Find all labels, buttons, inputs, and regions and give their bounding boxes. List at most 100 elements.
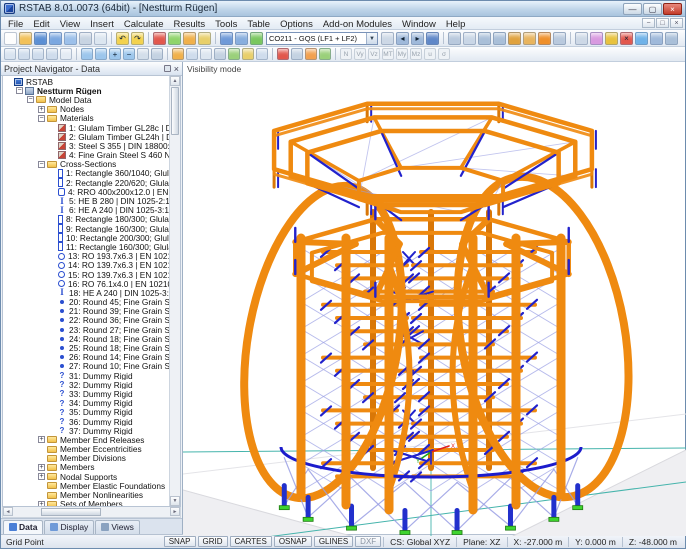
- scroll-right-icon[interactable]: ►: [170, 507, 180, 516]
- tree-item[interactable]: 2: Glulam Timber GL24h | DIN EN 19: [3, 132, 169, 141]
- menu-results[interactable]: Results: [168, 19, 210, 30]
- menu-options[interactable]: Options: [275, 19, 318, 30]
- next-load-case-icon[interactable]: ▸: [411, 32, 424, 45]
- tree-item[interactable]: −Nestturm Rügen: [3, 86, 169, 95]
- menu-file[interactable]: File: [3, 19, 28, 30]
- menu-window[interactable]: Window: [397, 19, 441, 30]
- visibility-mode-icon[interactable]: [172, 48, 184, 60]
- tree-item[interactable]: +Member End Releases: [3, 435, 169, 444]
- save-all-icon[interactable]: [64, 32, 77, 45]
- save-as-icon[interactable]: [49, 32, 62, 45]
- tree-item[interactable]: 15: RO 139.7x6.3 | EN 10210-2:1997; S: [3, 270, 169, 279]
- mdi-close-button[interactable]: ×: [670, 18, 683, 28]
- collapse-icon[interactable]: −: [27, 96, 34, 103]
- user-view-icon[interactable]: [186, 48, 198, 60]
- zoom-window2-icon[interactable]: [95, 48, 107, 60]
- menu-tools[interactable]: Tools: [210, 19, 242, 30]
- model-viewport[interactable]: Visibility mode XY: [183, 62, 685, 534]
- mdi-minimize-button[interactable]: −: [642, 18, 655, 28]
- select-icon[interactable]: [448, 32, 461, 45]
- tables-icon[interactable]: [220, 32, 233, 45]
- visibility-selected-icon[interactable]: [493, 32, 506, 45]
- load-case-combo[interactable]: CO211 - GQS (LF1 + LF2)▼: [266, 32, 378, 45]
- previous-load-case-icon[interactable]: ◂: [396, 32, 409, 45]
- zoom-in-icon[interactable]: +: [109, 48, 121, 60]
- tree-item[interactable]: Member Elastic Foundations: [3, 481, 169, 490]
- tab-views[interactable]: Views: [95, 520, 140, 534]
- tree-item[interactable]: +Members: [3, 463, 169, 472]
- chevron-down-icon[interactable]: ▼: [366, 33, 377, 44]
- force-my-icon[interactable]: My: [396, 48, 408, 60]
- tree-item[interactable]: 10: Rectangle 200/300; Glulam Timb: [3, 233, 169, 242]
- activate-members-icon[interactable]: [463, 32, 476, 45]
- pick-object-icon[interactable]: [198, 32, 211, 45]
- delete-results-icon[interactable]: ×: [620, 32, 633, 45]
- render-wire-icon[interactable]: [523, 32, 536, 45]
- expand-icon[interactable]: +: [38, 436, 45, 443]
- tree-item[interactable]: Member Divisions: [3, 454, 169, 463]
- view-in-x-icon[interactable]: [18, 48, 30, 60]
- force-vz-icon[interactable]: Vz: [368, 48, 380, 60]
- tree-item[interactable]: 32: Dummy Rigid: [3, 380, 169, 389]
- tree-item[interactable]: −Cross-Sections: [3, 160, 169, 169]
- previous-view-icon[interactable]: [60, 48, 72, 60]
- zoom-out-icon[interactable]: −: [123, 48, 135, 60]
- tree-item[interactable]: 33: Dummy Rigid: [3, 389, 169, 398]
- table-view-icon[interactable]: [235, 32, 248, 45]
- tree-item[interactable]: 31: Dummy Rigid: [3, 371, 169, 380]
- tree-item[interactable]: 22: Round 36; Fine Grain Steel S 460: [3, 316, 169, 325]
- tree-item[interactable]: 18: HE A 240 | DIN 1025-3:1994; Stee: [3, 288, 169, 297]
- stress-sigma-icon[interactable]: σ: [438, 48, 450, 60]
- link-icon[interactable]: [665, 32, 678, 45]
- tree-item[interactable]: 11: Rectangle 160/300; Glulam Timb: [3, 242, 169, 251]
- minimize-button[interactable]: —: [623, 3, 642, 15]
- tree-item[interactable]: 24: Round 18; Fine Grain Steel S 460: [3, 334, 169, 343]
- tree-item[interactable]: 23: Round 27; Fine Grain Steel S 460: [3, 325, 169, 334]
- model-3d-view[interactable]: XY: [183, 62, 686, 536]
- redo-icon[interactable]: ↷: [131, 32, 144, 45]
- tree-item[interactable]: 8: Rectangle 180/300; Glulam Timbe: [3, 215, 169, 224]
- scroll-down-icon[interactable]: ▼: [170, 496, 180, 506]
- numbering-icon[interactable]: [291, 48, 303, 60]
- tree-item[interactable]: 13: RO 193.7x6.3 | EN 10210-2:1997; S: [3, 252, 169, 261]
- tree-item[interactable]: 20: Round 45; Fine Grain Steel S 460: [3, 298, 169, 307]
- expand-icon[interactable]: +: [38, 473, 45, 480]
- tree-item[interactable]: 21: Round 39; Fine Grain Steel S 460: [3, 307, 169, 316]
- clipping-plane-icon[interactable]: [151, 48, 163, 60]
- render-solid-icon[interactable]: [508, 32, 521, 45]
- tree-item[interactable]: +Nodal Supports: [3, 472, 169, 481]
- scroll-up-icon[interactable]: ▲: [170, 76, 180, 86]
- globe-icon[interactable]: [635, 32, 648, 45]
- toggle-grid[interactable]: GRID: [198, 536, 228, 547]
- expand-icon[interactable]: +: [38, 464, 45, 471]
- scroll-left-icon[interactable]: ◄: [3, 507, 13, 516]
- collapse-icon[interactable]: −: [38, 115, 45, 122]
- tree-item[interactable]: 34: Dummy Rigid: [3, 399, 169, 408]
- tree-item[interactable]: 35: Dummy Rigid: [3, 408, 169, 417]
- pan-icon[interactable]: [575, 32, 588, 45]
- tree-item[interactable]: 4: RRO 400x200x12.0 | EN 10210-2:19: [3, 187, 169, 196]
- rotate-view-icon[interactable]: [590, 32, 603, 45]
- toggle-cartes[interactable]: CARTES: [230, 536, 272, 547]
- view-in-y-icon[interactable]: [32, 48, 44, 60]
- menu-calculate[interactable]: Calculate: [119, 19, 169, 30]
- settings-gear-icon[interactable]: [538, 32, 551, 45]
- tree-item[interactable]: −Materials: [3, 114, 169, 123]
- tree-item[interactable]: 14: RO 139.7x6.3 | EN 10210-2:1997; S: [3, 261, 169, 270]
- tree-item[interactable]: Member Nonlinearities: [3, 490, 169, 499]
- tree-item[interactable]: 27: Round 10; Fine Grain Steel S 460: [3, 362, 169, 371]
- scroll-thumb-horizontal[interactable]: [41, 508, 101, 516]
- tree-item[interactable]: 6: HE A 240 | DIN 1025-3:1994; Steel: [3, 206, 169, 215]
- display-properties-icon[interactable]: [553, 32, 566, 45]
- deform-u-icon[interactable]: u: [424, 48, 436, 60]
- zoom-window-icon[interactable]: [168, 32, 181, 45]
- zoom-dynamic-icon[interactable]: [183, 32, 196, 45]
- scroll-thumb[interactable]: [171, 87, 179, 135]
- isometric-view-icon[interactable]: [4, 48, 16, 60]
- toggle-snap[interactable]: SNAP: [164, 536, 196, 547]
- tree-item[interactable]: 16: RO 76.1x4.0 | EN 10210-2:1997; St: [3, 279, 169, 288]
- show-results-icon[interactable]: [426, 32, 439, 45]
- force-n-icon[interactable]: N: [340, 48, 352, 60]
- tab-data[interactable]: Data: [3, 520, 43, 534]
- guidelines-icon[interactable]: [256, 48, 268, 60]
